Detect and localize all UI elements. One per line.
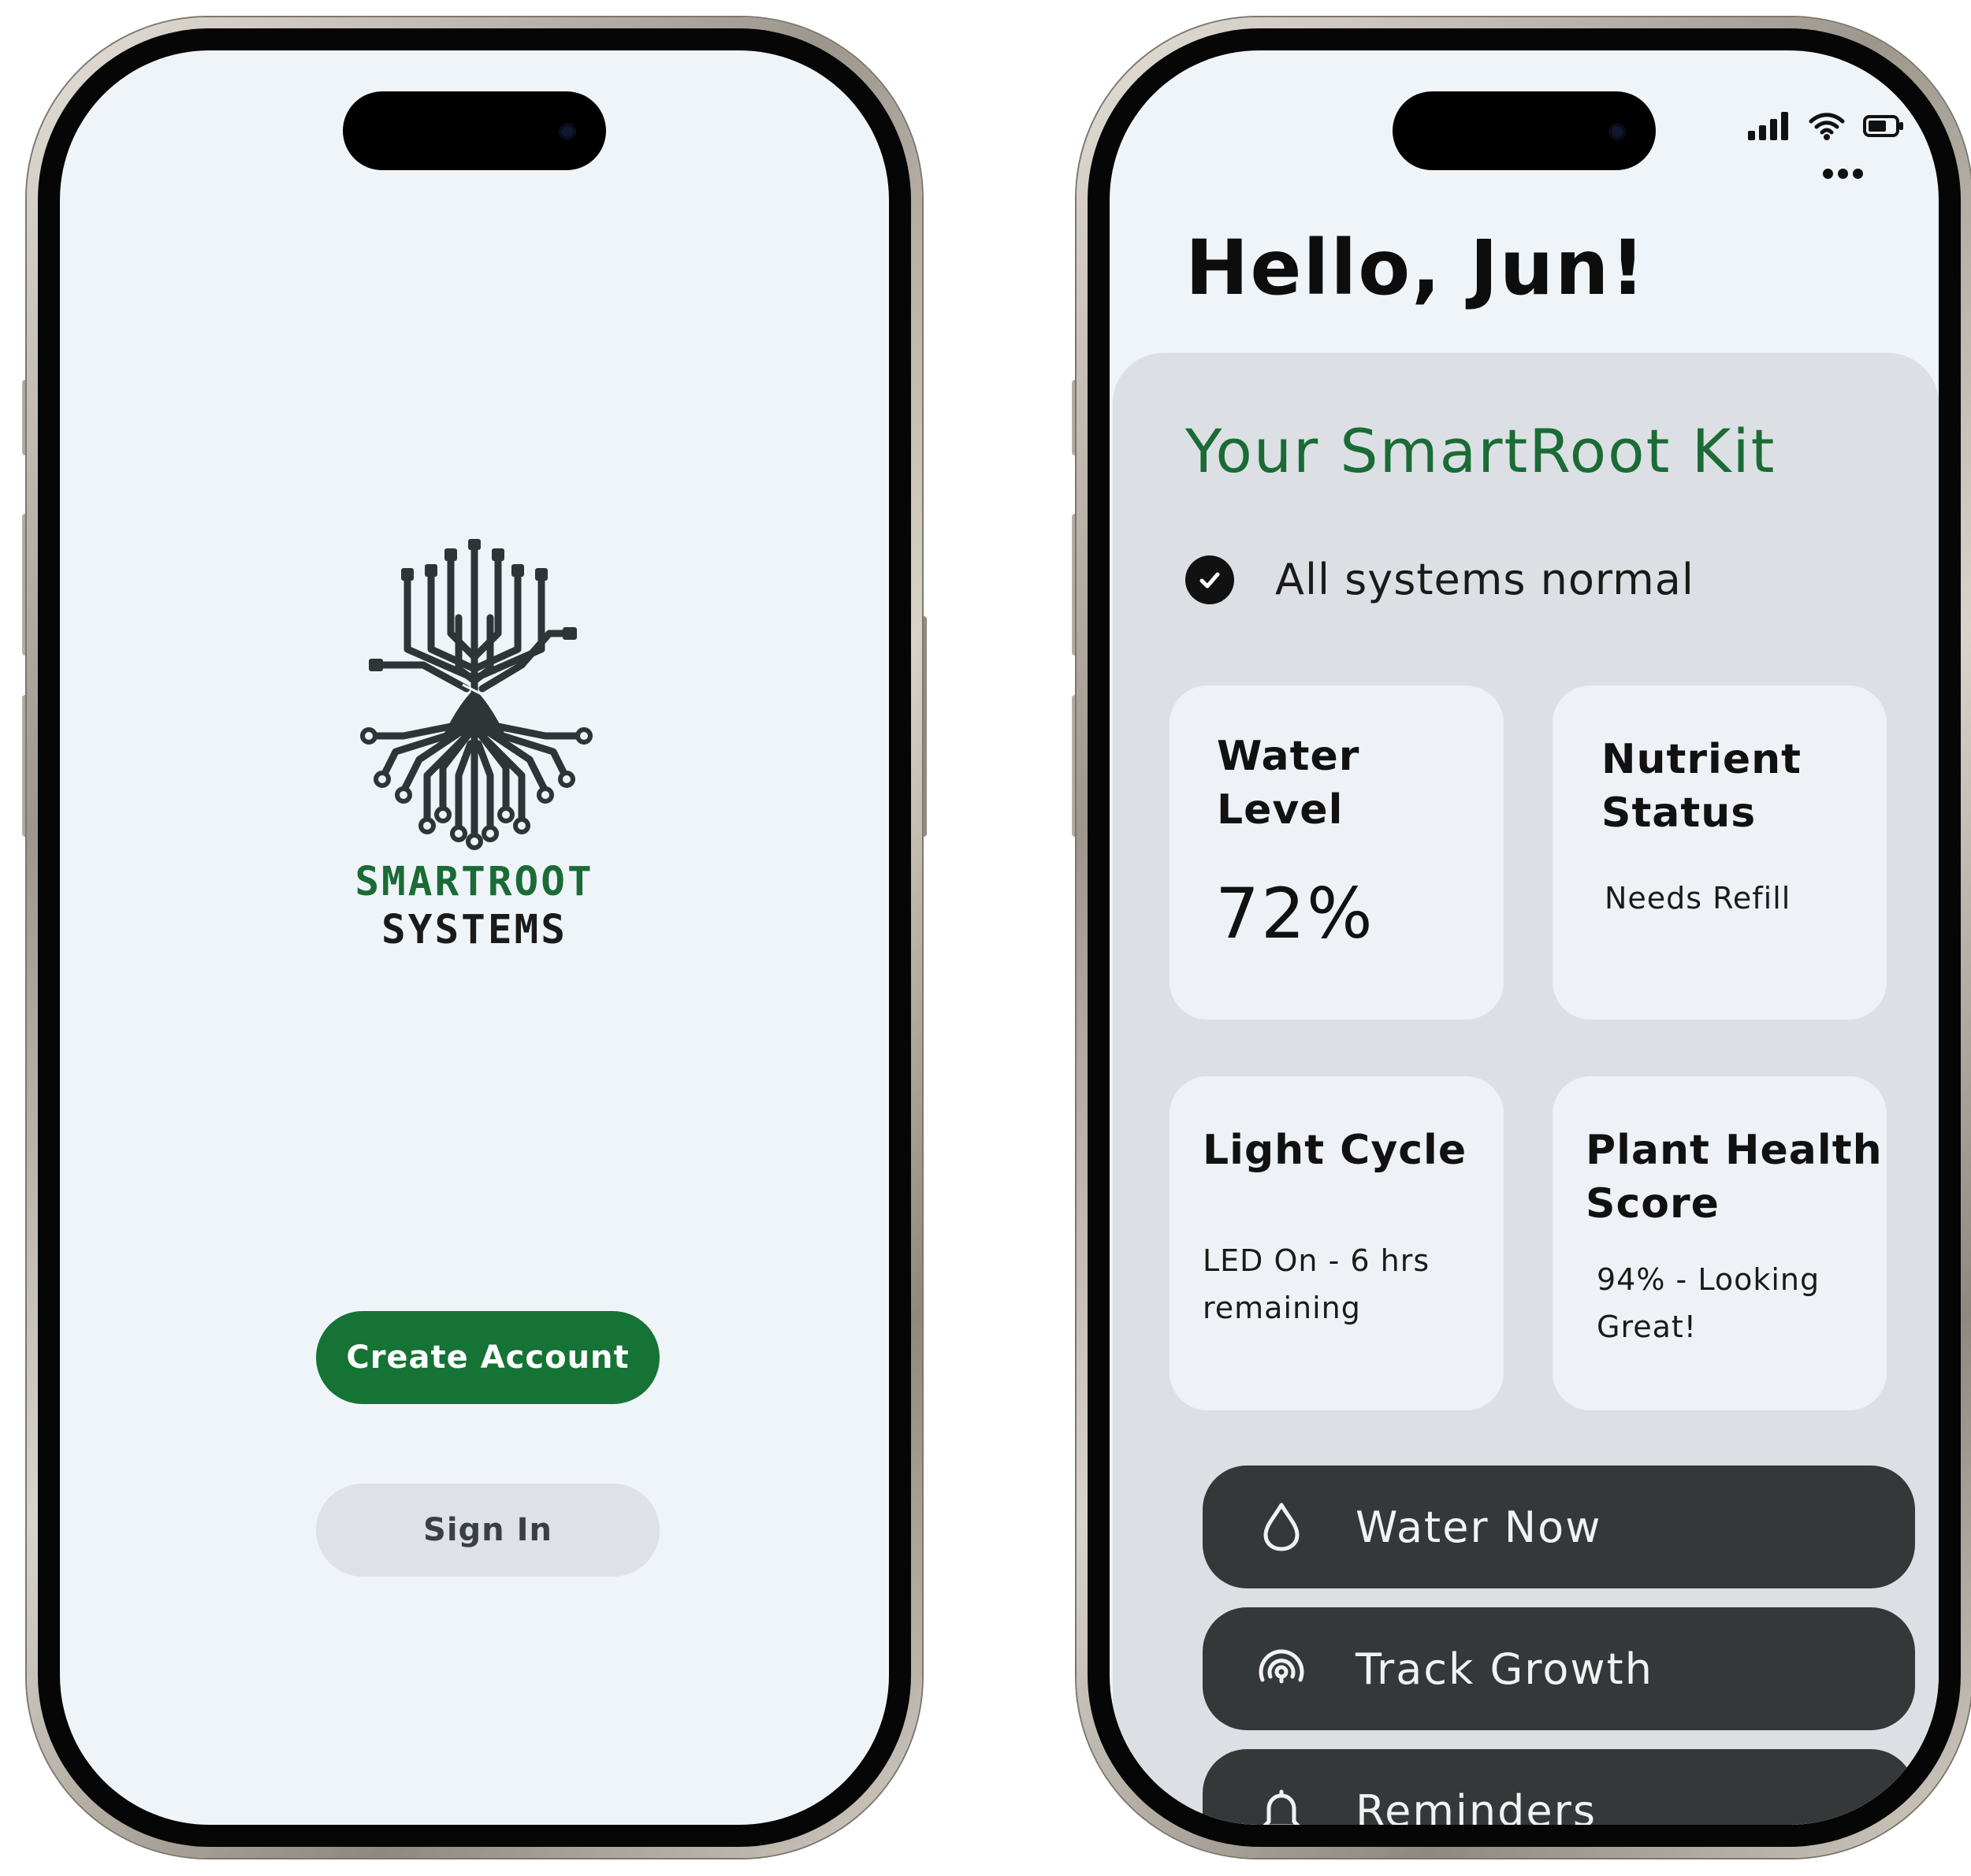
reminders-button[interactable]: Reminders [1203, 1749, 1915, 1825]
brand-name-line1: SMARTROOT [355, 859, 594, 905]
battery-icon [1863, 115, 1903, 137]
card-title: Nutrient Status [1601, 733, 1802, 840]
bell-icon [1256, 1785, 1307, 1825]
system-status: All systems normal [1185, 555, 1694, 604]
card-title-line1: Water [1217, 733, 1360, 780]
detail-line1: LED On - 6 hrs [1203, 1243, 1430, 1278]
card-title: Plant Health Score [1586, 1124, 1883, 1231]
kit-title: Your SmartRoot Kit [1185, 416, 1776, 486]
track-growth-button[interactable]: Track Growth [1203, 1607, 1915, 1730]
wifi-icon [1809, 113, 1845, 140]
card-title: Water Level [1217, 730, 1359, 837]
brand-name-line2: SYSTEMS [381, 907, 567, 953]
sign-in-button[interactable]: Sign In [316, 1484, 660, 1577]
card-title-line1: Plant Health [1586, 1127, 1883, 1174]
brand-logo: SMARTROOT SYSTEMS [60, 539, 889, 953]
welcome-screen: SMARTROOT SYSTEMS Create Account Sign In [60, 50, 889, 1825]
plant-health-detail: 94% - Looking Great! [1597, 1256, 1820, 1350]
dashboard-screen: Hello, Jun! Your SmartRoot Kit All syste… [1110, 50, 1939, 1825]
create-account-button[interactable]: Create Account [316, 1311, 660, 1404]
more-options-icon[interactable] [1823, 169, 1863, 179]
nutrient-status-card[interactable]: Nutrient Status Needs Refill [1553, 685, 1887, 1020]
water-drop-icon [1256, 1502, 1307, 1552]
plant-health-card[interactable]: Plant Health Score 94% - Looking Great! [1553, 1076, 1887, 1410]
radar-signal-icon [1256, 1644, 1307, 1694]
status-bar [1748, 112, 1904, 140]
dynamic-island [1393, 91, 1656, 170]
dashboard-phone: Hello, Jun! Your SmartRoot Kit All syste… [1072, 17, 1971, 1858]
check-circle-icon [1185, 555, 1234, 604]
welcome-phone: SMARTROOT SYSTEMS Create Account Sign In [22, 17, 927, 1858]
water-level-card[interactable]: Water Level 72% [1170, 685, 1504, 1020]
system-status-text: All systems normal [1275, 555, 1694, 604]
card-title-line2: Score [1586, 1180, 1720, 1228]
detail-line2: remaining [1203, 1291, 1361, 1325]
light-cycle-card[interactable]: Light Cycle LED On - 6 hrs remaining [1170, 1076, 1504, 1410]
water-level-value: 72% [1215, 873, 1374, 954]
detail-line1: 94% - Looking [1597, 1262, 1820, 1297]
greeting-title: Hello, Jun! [1185, 224, 1647, 312]
cellular-signal-icon [1748, 112, 1788, 140]
card-title-line2: Level [1217, 786, 1344, 834]
track-growth-label: Track Growth [1356, 1644, 1653, 1694]
water-now-button[interactable]: Water Now [1203, 1466, 1915, 1588]
water-now-label: Water Now [1356, 1502, 1602, 1552]
camera-icon [559, 123, 576, 140]
camera-icon [1608, 123, 1626, 140]
card-title-line2: Status [1601, 789, 1757, 837]
card-title-line1: Nutrient [1601, 736, 1802, 783]
light-cycle-detail: LED On - 6 hrs remaining [1203, 1237, 1430, 1332]
detail-line2: Great! [1597, 1309, 1698, 1344]
reminders-label: Reminders [1356, 1785, 1597, 1826]
dynamic-island [343, 91, 606, 170]
nutrient-status-detail: Needs Refill [1605, 881, 1791, 916]
light-cycle-title: Light Cycle [1203, 1127, 1467, 1174]
circuit-tree-icon [360, 539, 593, 850]
